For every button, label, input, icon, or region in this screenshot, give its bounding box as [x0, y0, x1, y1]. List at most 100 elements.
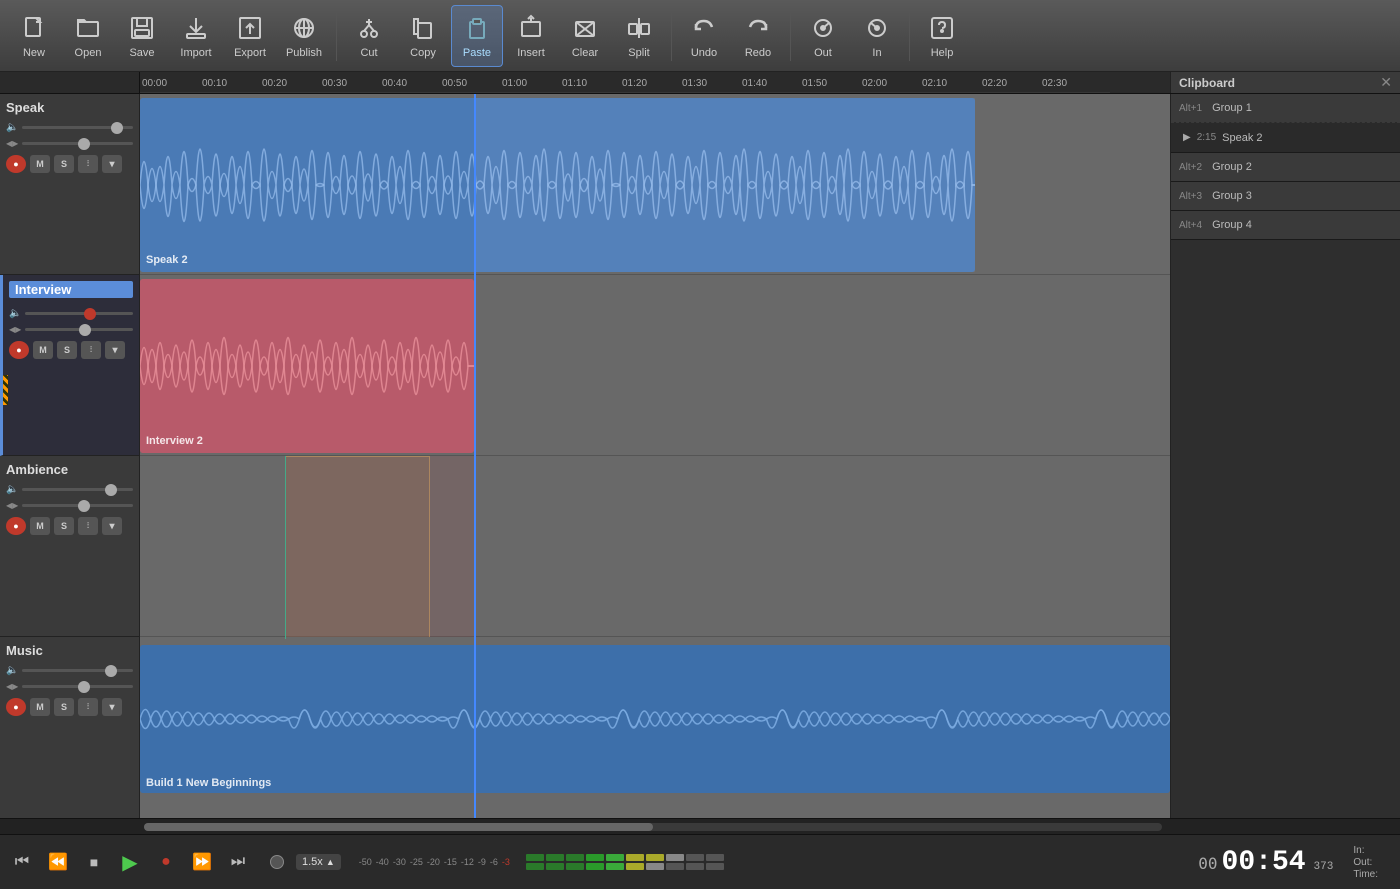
speak-timeline[interactable]: // Generate pseudo-waveform bars inline … [140, 94, 1170, 275]
pan-icon-2: ◀▶ [9, 325, 21, 334]
ambience-timeline[interactable] [140, 456, 1170, 637]
pan-icon-3: ◀▶ [6, 501, 18, 510]
stop-button[interactable]: ■ [82, 850, 106, 874]
split-button[interactable]: Split [613, 5, 665, 67]
scrollbar-area [0, 818, 1400, 834]
speak-mute-btn[interactable]: M [30, 155, 50, 173]
speak-solo-btn[interactable]: S [54, 155, 74, 173]
interview-solo-btn[interactable]: S [57, 341, 77, 359]
scrollbar-thumb[interactable] [144, 823, 653, 831]
interview-eq-btn[interactable]: ⫶ [81, 341, 101, 359]
vu-meter-labels: -50 -40 -30 -25 -20 -15 -12 -9 -6 -3 [359, 857, 510, 867]
timeline-area[interactable]: // Generate pseudo-waveform bars inline … [140, 94, 1170, 818]
clip-time: 2:15 [1197, 132, 1216, 143]
speak-down-btn[interactable]: ▾ [102, 155, 122, 173]
clipboard-group-4-header[interactable]: Alt+4 Group 4 [1171, 211, 1400, 239]
interview-timeline[interactable]: Interview 2 [140, 275, 1170, 456]
speak-clip[interactable]: // Generate pseudo-waveform bars inline … [140, 98, 975, 272]
copy-button[interactable]: Copy [397, 5, 449, 67]
speak-record-btn[interactable]: ● [6, 155, 26, 173]
ambience-solo-btn[interactable]: S [54, 517, 74, 535]
speed-arrow-icon: ▲ [326, 857, 335, 867]
toolbar-separator-4 [909, 11, 910, 61]
save-button[interactable]: Save [116, 5, 168, 67]
interview-track-name: Interview [9, 281, 133, 298]
publish-button[interactable]: Publish [278, 5, 330, 67]
clipboard-item-speak2[interactable]: ▶ 2:15 Speak 2 [1171, 122, 1400, 152]
group4-label: Group 4 [1212, 219, 1252, 231]
clear-button[interactable]: Clear [559, 5, 611, 67]
speak-pan-slider[interactable] [22, 142, 133, 145]
music-mute-btn[interactable]: M [30, 698, 50, 716]
svg-text:02:10: 02:10 [922, 78, 947, 89]
new-button[interactable]: New [8, 5, 60, 67]
group1-label: Group 1 [1212, 102, 1252, 114]
interview-record-btn[interactable]: ● [9, 341, 29, 359]
ambience-volume-slider[interactable] [22, 488, 133, 491]
toolbar-separator-2 [671, 11, 672, 61]
svg-text:02:20: 02:20 [982, 78, 1007, 89]
clipboard-group-2-header[interactable]: Alt+2 Group 2 [1171, 153, 1400, 181]
ambience-track-header: Ambience 🔈 ◀▶ ● M S ⫶ ▾ [0, 456, 140, 637]
import-button[interactable]: Import [170, 5, 222, 67]
clipboard-group-3-header[interactable]: Alt+3 Group 3 [1171, 182, 1400, 210]
svg-text:00:00: 00:00 [142, 78, 167, 89]
clipboard-group-2: Alt+2 Group 2 [1171, 153, 1400, 182]
ambience-down-btn[interactable]: ▾ [102, 517, 122, 535]
timeline-scrollbar[interactable] [144, 823, 1162, 831]
music-down-btn[interactable]: ▾ [102, 698, 122, 716]
interview-mute-btn[interactable]: M [33, 341, 53, 359]
in-button[interactable]: In [851, 5, 903, 67]
interview-track-header: Interview 🔈 ◀▶ ● M S ⫶ ▾ [0, 275, 140, 456]
out-button[interactable]: Out [797, 5, 849, 67]
tracks-panel: Speak 🔈 ◀▶ ● M S ⫶ ▾ [0, 94, 140, 818]
ambience-record-btn[interactable]: ● [6, 517, 26, 535]
undo-button[interactable]: Undo [678, 5, 730, 67]
skip-to-end-button[interactable]: ⏭ [226, 850, 250, 874]
music-volume-slider[interactable] [22, 669, 133, 672]
rewind-button[interactable]: ⏪ [46, 850, 70, 874]
music-record-btn[interactable]: ● [6, 698, 26, 716]
speak-eq-btn[interactable]: ⫶ [78, 155, 98, 173]
export-button[interactable]: Export [224, 5, 276, 67]
fast-forward-button[interactable]: ⏩ [190, 850, 214, 874]
ambience-eq-btn[interactable]: ⫶ [78, 517, 98, 535]
toolbar-separator-3 [790, 11, 791, 61]
svg-text:00:30: 00:30 [322, 78, 347, 89]
music-pan-slider[interactable] [22, 685, 133, 688]
ambience-mute-btn[interactable]: M [30, 517, 50, 535]
ambience-pan-slider[interactable] [22, 504, 133, 507]
clipboard-group-4: Alt+4 Group 4 [1171, 211, 1400, 240]
in-out-panel: In: Out: Time: [1353, 845, 1382, 880]
clipboard-group-1-header[interactable]: Alt+1 Group 1 [1171, 94, 1400, 122]
skip-to-start-button[interactable]: ⏮ [10, 850, 34, 874]
clip-item-label: Speak 2 [1222, 132, 1262, 144]
interview-volume-slider[interactable] [25, 312, 133, 315]
music-clip[interactable]: Build 1 New Beginnings [140, 645, 1170, 793]
paste-button[interactable]: Paste [451, 5, 503, 67]
record-button[interactable]: ● [154, 850, 178, 874]
in-label: In: [1353, 845, 1364, 856]
open-button[interactable]: Open [62, 5, 114, 67]
interview-clip[interactable]: Interview 2 [140, 279, 474, 453]
redo-button[interactable]: Redo [732, 5, 784, 67]
music-eq-btn[interactable]: ⫶ [78, 698, 98, 716]
close-icon[interactable]: ✕ [1380, 74, 1392, 91]
interview-pan-slider[interactable] [25, 328, 133, 331]
speak-volume-slider[interactable] [22, 126, 133, 129]
playhead-interview [474, 275, 476, 458]
ambience-red-region [285, 456, 475, 639]
help-button[interactable]: Help [916, 5, 968, 67]
interview-down-btn[interactable]: ▾ [105, 341, 125, 359]
music-track-header: Music 🔈 ◀▶ ● M S ⫶ ▾ [0, 637, 140, 818]
group2-shortcut: Alt+2 [1179, 162, 1202, 173]
cut-button[interactable]: Cut [343, 5, 395, 67]
music-timeline[interactable]: Build 1 New Beginnings [140, 637, 1170, 818]
play-small-icon[interactable]: ▶ [1183, 132, 1191, 143]
speed-selector[interactable]: 1.5x ▲ [296, 854, 341, 870]
music-solo-btn[interactable]: S [54, 698, 74, 716]
bottom-bar: ⏮ ⏪ ■ ▶ ● ⏩ ⏭ 1.5x ▲ -50 -40 -30 -25 -20… [0, 834, 1400, 889]
insert-button[interactable]: Insert [505, 5, 557, 67]
toolbar: New Open Save Imp [0, 0, 1400, 72]
play-button[interactable]: ▶ [118, 850, 142, 874]
